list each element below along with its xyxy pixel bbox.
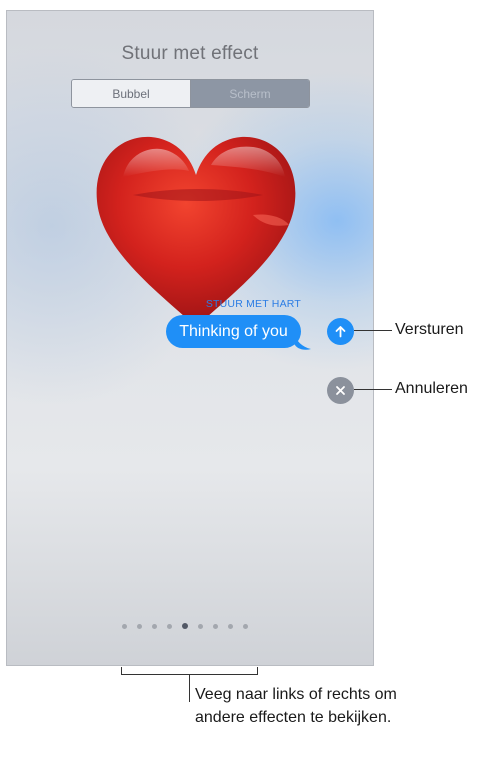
effect-name-label: STUUR MET HART	[205, 298, 301, 310]
message-bubble: Thinking of you	[166, 315, 301, 348]
page-dot	[213, 623, 218, 629]
close-icon	[336, 386, 345, 395]
cancel-button[interactable]	[327, 377, 354, 404]
page-dot	[198, 623, 203, 629]
callout-line-cancel	[354, 389, 392, 390]
callout-swipe: Veeg naar links of rechts om andere effe…	[195, 686, 397, 726]
page-dot	[152, 623, 157, 629]
callout-bracket-right	[257, 667, 258, 674]
page-dot	[137, 623, 142, 629]
segment-bubbel[interactable]: Bubbel	[72, 80, 190, 107]
effect-preview-screen: Stuur met effect Bubbel Scherm STUUR MET…	[6, 10, 374, 666]
page-indicator[interactable]	[122, 623, 248, 629]
page-dot	[167, 623, 172, 629]
send-button[interactable]	[327, 318, 354, 345]
callout-line-swipe	[189, 675, 190, 702]
effect-type-segmented-control[interactable]: Bubbel Scherm	[71, 79, 310, 108]
page-dot	[243, 623, 248, 629]
callout-bracket-left	[121, 667, 122, 674]
page-dot-active	[182, 623, 188, 629]
segment-scherm[interactable]: Scherm	[190, 80, 309, 107]
page-dot	[122, 623, 127, 629]
page-dot	[228, 623, 233, 629]
arrow-up-icon	[335, 326, 346, 338]
callout-send: Versturen	[395, 321, 464, 338]
screen-title: Stuur met effect	[121, 43, 259, 64]
message-bubble-tail	[294, 333, 311, 350]
callout-cancel: Annuleren	[395, 380, 468, 397]
callout-line-send	[354, 330, 392, 331]
